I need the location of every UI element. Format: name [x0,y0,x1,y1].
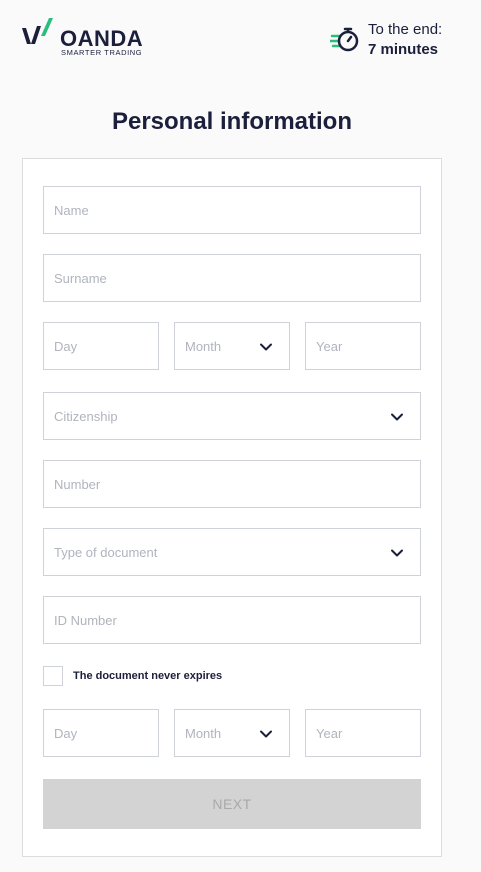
page-title: Personal information [111,108,353,135]
surname-input[interactable] [44,255,420,301]
oanda-logo[interactable]: OANDA SMARTER TRADING [22,18,152,58]
surname-field-box [43,254,421,302]
expiry-day-input[interactable] [44,710,158,756]
oanda-logo-icon [22,18,53,44]
document-type-select[interactable]: Type of document [43,528,421,576]
expiry-day-field-box [43,709,159,757]
id-number-input[interactable] [44,597,420,643]
chevron-down-icon [260,343,272,351]
expiry-month-select[interactable]: Month [174,709,290,757]
header: OANDA SMARTER TRADING To the end: 7 minu… [0,0,481,80]
birth-day-field-box [43,322,159,370]
birth-month-placeholder: Month [185,339,222,354]
birth-year-field-box [305,322,421,370]
number-field-box [43,460,421,508]
birth-year-input[interactable] [306,323,420,369]
chevron-down-icon [391,549,403,557]
id-number-field-box [43,596,421,644]
citizenship-placeholder: Citizenship [54,409,118,424]
timer-label: To the end: [368,21,443,38]
never-expires-checkbox[interactable] [43,666,63,686]
number-input[interactable] [44,461,420,507]
expiry-month-placeholder: Month [185,726,222,741]
stopwatch-icon [330,27,359,52]
expiry-year-field-box [305,709,421,757]
next-button[interactable]: NEXT [43,779,421,829]
citizenship-select[interactable]: Citizenship [43,392,421,440]
birth-day-input[interactable] [44,323,158,369]
timer-value: 7 minutes [368,41,439,58]
name-input[interactable] [44,187,420,233]
countdown-timer: To the end: 7 minutes [330,20,480,60]
chevron-down-icon [391,413,403,421]
birth-month-select[interactable]: Month [174,322,290,370]
never-expires-label[interactable]: The document never expires [73,670,222,682]
name-field-box [43,186,421,234]
expiry-year-input[interactable] [306,710,420,756]
logo-tagline: SMARTER TRADING [61,48,143,57]
document-type-placeholder: Type of document [54,545,158,560]
chevron-down-icon [260,730,272,738]
